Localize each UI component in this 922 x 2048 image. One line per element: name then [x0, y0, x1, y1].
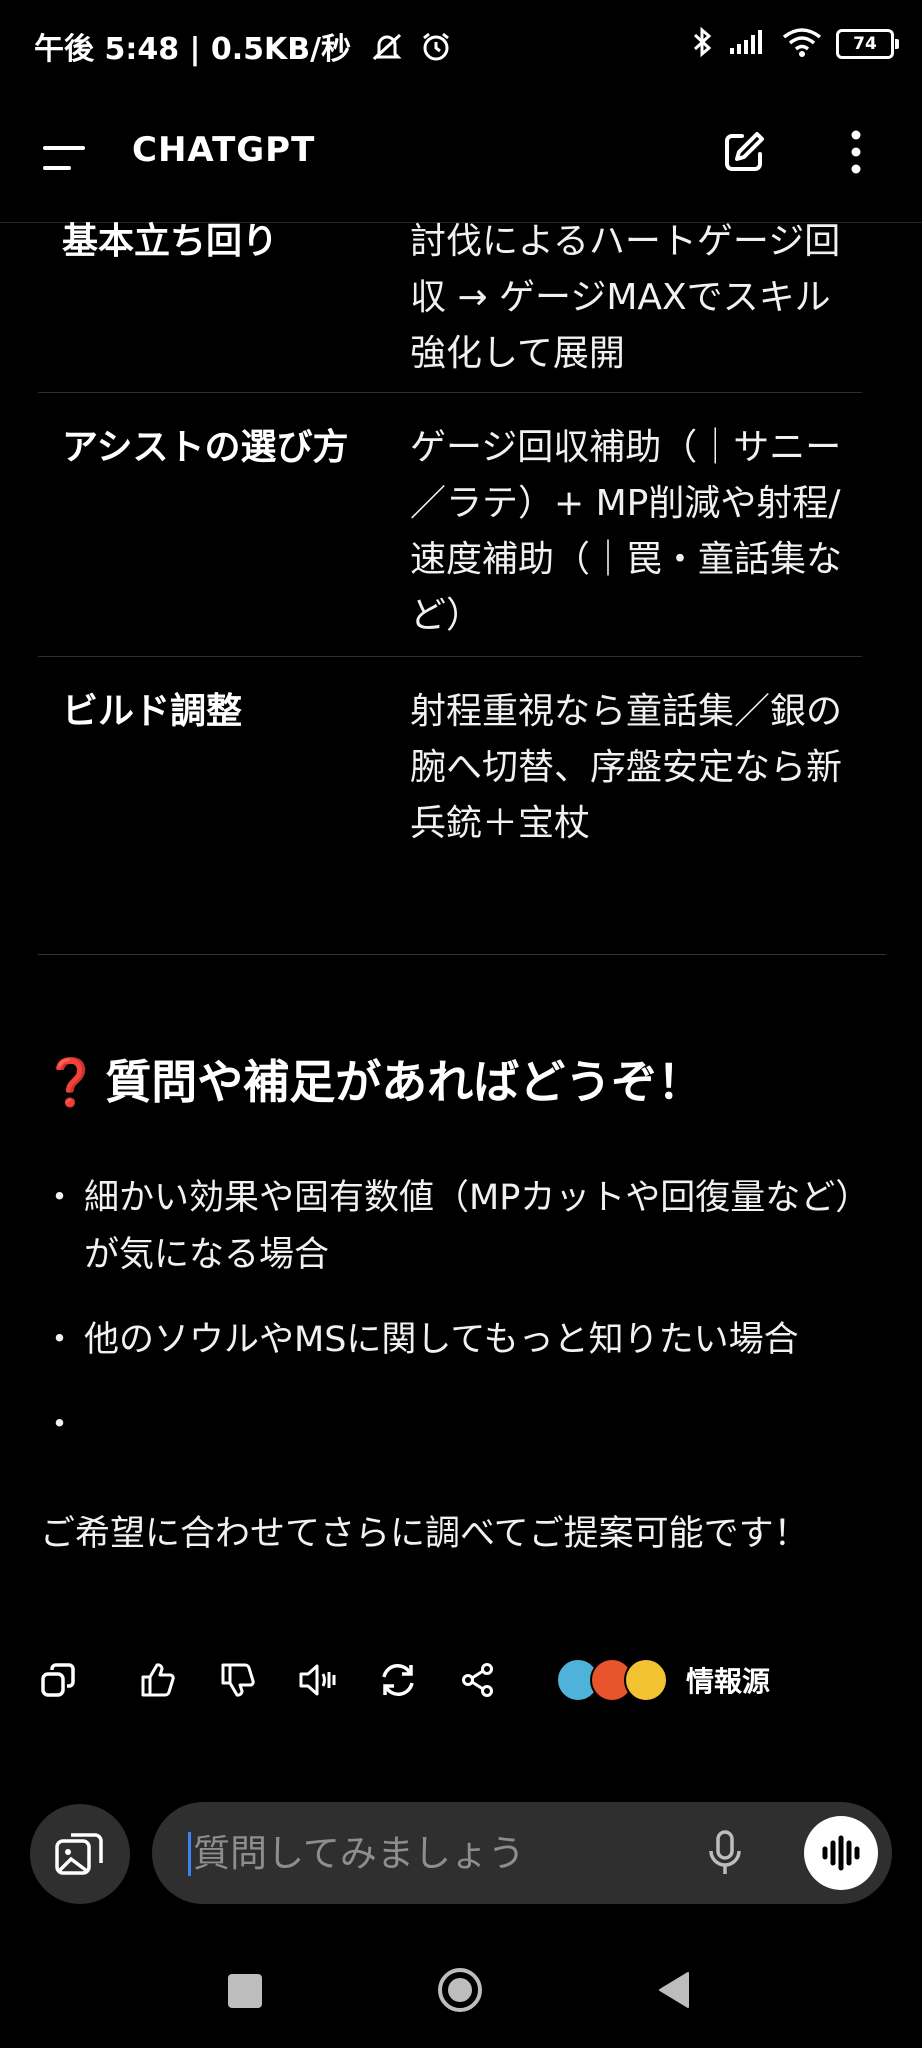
voice-mode-button[interactable] [804, 1816, 878, 1890]
alarm-icon [420, 31, 452, 71]
thumbs-down-button[interactable] [198, 1652, 278, 1708]
bluetooth-icon [692, 26, 714, 62]
menu-button[interactable] [36, 130, 92, 186]
status-time-network: 午後 5:48 | 0.5KB/秒 [34, 32, 352, 67]
source-favicon-icon [624, 1658, 668, 1702]
section-heading-text: 質問や補足があればどうぞ！ [105, 1055, 704, 1109]
app-title: CHATGPT [132, 130, 316, 170]
thumbs-up-button[interactable] [118, 1652, 198, 1708]
signal-icon [728, 28, 768, 60]
attach-button[interactable] [30, 1804, 130, 1904]
table-cell-key: ビルド調整 [62, 691, 243, 732]
section-heading: ❓ 質問や補足があればどうぞ！ [42, 1046, 703, 1112]
bullet-list: 細かい効果や固有数値（MPカットや回復量など）が気になる場合 他のソウルやMSに… [42, 1170, 880, 1482]
regenerate-button[interactable] [358, 1652, 438, 1708]
menu-icon [43, 146, 85, 170]
new-chat-button[interactable] [714, 122, 774, 182]
list-item [42, 1397, 880, 1454]
share-icon [462, 1663, 493, 1697]
dictation-button[interactable] [700, 1828, 750, 1878]
list-item: 細かい効果や固有数値（MPカットや回復量など）が気になる場合 [42, 1170, 880, 1284]
more-options-button[interactable] [834, 122, 878, 182]
sources-label: 情報源 [686, 1665, 771, 1698]
refresh-icon [382, 1664, 414, 1696]
back-triangle-icon [659, 1972, 689, 2008]
edit-icon [725, 132, 764, 171]
thumbs-down-icon [221, 1663, 255, 1697]
microphone-icon [709, 1830, 741, 1874]
battery-level: 74 [853, 34, 877, 54]
copy-icon [41, 1663, 75, 1697]
table-cell-key: 基本立ち回り [62, 221, 279, 262]
message-input-placeholder: 質問してみましょう [188, 1832, 525, 1876]
back-button[interactable] [656, 1970, 692, 2010]
table-cell-value: ゲージ回収補助（｜サニー／ラテ）+ MP削減や射程/速度補助（｜罠・童話集など） [410, 427, 843, 636]
read-aloud-button[interactable] [278, 1652, 358, 1708]
sources-button[interactable]: 情報源 [556, 1658, 770, 1702]
more-vertical-icon [851, 130, 861, 174]
message-input[interactable]: 質問してみましょう [152, 1802, 892, 1904]
app-header: CHATGPT [0, 92, 922, 223]
mute-icon [370, 32, 404, 70]
recents-button[interactable] [228, 1974, 262, 2008]
status-bar: 午後 5:48 | 0.5KB/秒 74 [0, 0, 922, 92]
list-item: 他のソウルやMSに関してもっと知りたい場合 [42, 1312, 880, 1369]
home-circle-icon [438, 1968, 482, 2012]
image-gallery-icon [55, 1833, 103, 1875]
table-row: 基本立ち回り 討伐によるハートゲージ回収 → ゲージMAXでスキル強化して展開 [38, 214, 862, 393]
battery-icon: 74 [836, 29, 899, 59]
share-button[interactable] [438, 1652, 518, 1708]
table-cell-value: 射程重視なら童話集／銀の腕へ切替、序盤安定なら新兵銃＋宝杖 [410, 691, 843, 844]
question-mark-icon: ❓ [42, 1055, 100, 1109]
waveform-icon [822, 1835, 860, 1871]
section-divider [38, 954, 886, 955]
copy-button[interactable] [38, 1652, 78, 1708]
closing-text: ご希望に合わせてさらに調べてご提案可能です！ [40, 1514, 809, 1554]
speaker-icon [299, 1664, 336, 1696]
table-row: アシストの選び方 ゲージ回収補助（｜サニー／ラテ）+ MP削減や射程/速度補助（… [38, 420, 862, 657]
message-actions: 情報源 [38, 1652, 858, 1708]
table-row: ビルド調整 射程重視なら童話集／銀の腕へ切替、序盤安定なら新兵銃＋宝杖 [38, 684, 862, 864]
thumbs-up-icon [141, 1663, 175, 1697]
table-cell-value: 討伐によるハートゲージ回収 → ゲージMAXでスキル強化して展開 [410, 221, 841, 374]
table-cell-key: アシストの選び方 [62, 427, 349, 468]
home-button[interactable] [436, 1966, 484, 2014]
wifi-icon [782, 27, 822, 61]
